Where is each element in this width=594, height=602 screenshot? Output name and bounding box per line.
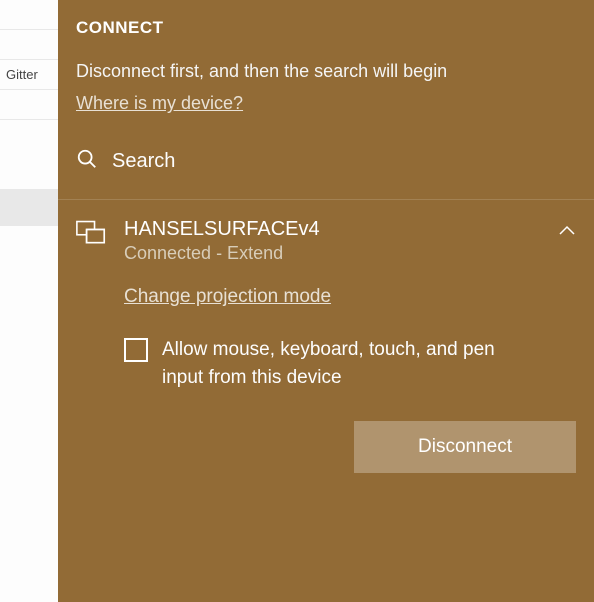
device-block: HANSELSURFACEv4 Connected - Extend Chang… — [58, 200, 594, 391]
device-name: HANSELSURFACEv4 — [124, 218, 576, 241]
device-status: Connected - Extend — [124, 243, 576, 264]
disconnect-button[interactable]: Disconnect — [354, 421, 576, 473]
chevron-up-icon[interactable] — [558, 224, 576, 242]
bg-row — [0, 190, 60, 226]
allow-input-checkbox[interactable] — [124, 338, 148, 362]
bg-side-label: Gitter — [6, 67, 38, 82]
bg-row — [0, 226, 60, 376]
device-header[interactable]: HANSELSURFACEv4 Connected - Extend — [76, 218, 576, 264]
search-icon — [76, 148, 98, 175]
allow-input-row: Allow mouse, keyboard, touch, and pen in… — [124, 336, 576, 391]
connect-panel: CONNECT Disconnect first, and then the s… — [58, 0, 594, 602]
where-is-device-link[interactable]: Where is my device? — [58, 89, 261, 114]
device-options: Change projection mode Allow mouse, keyb… — [124, 286, 576, 391]
bg-row — [0, 90, 60, 120]
search-row[interactable]: Search — [58, 114, 594, 193]
bg-row — [0, 120, 60, 190]
device-info: HANSELSURFACEv4 Connected - Extend — [124, 218, 576, 264]
background-window: Gitter — [0, 0, 60, 602]
bg-row-gitter: Gitter — [0, 60, 60, 90]
search-label: Search — [112, 150, 175, 173]
change-projection-link[interactable]: Change projection mode — [124, 286, 331, 308]
panel-subtitle: Disconnect first, and then the search wi… — [58, 46, 594, 89]
display-device-icon — [76, 220, 106, 251]
bg-row — [0, 0, 60, 30]
bg-row — [0, 30, 60, 60]
allow-input-label: Allow mouse, keyboard, touch, and pen in… — [162, 336, 522, 391]
panel-title: CONNECT — [58, 0, 594, 46]
